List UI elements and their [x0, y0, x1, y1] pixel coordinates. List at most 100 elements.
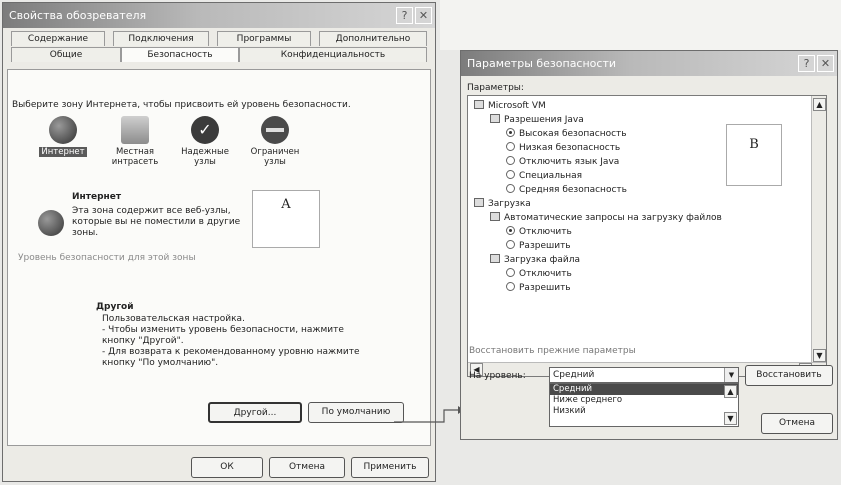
- tree-item: Microsoft VM: [474, 100, 546, 113]
- zone-internet[interactable]: Интернет: [30, 116, 96, 176]
- vertical-scrollbar[interactable]: ▲ ▼: [811, 96, 826, 364]
- tree-item[interactable]: Низкая безопасность: [506, 142, 620, 155]
- label-box-b: B: [726, 124, 782, 186]
- window-title: Свойства обозревателя: [9, 9, 147, 22]
- settings-folder-icon: [490, 212, 500, 221]
- level-label: На уровень:: [469, 371, 526, 381]
- tree-item-label: Загрузка: [488, 199, 531, 209]
- tab-advanced[interactable]: Дополнительно: [319, 31, 427, 46]
- tree-item-label: Загрузка файла: [504, 255, 580, 265]
- level-dropdown-list[interactable]: Средний Ниже среднего Низкий ▲ ▼: [549, 383, 739, 427]
- tab-connections[interactable]: Подключения: [113, 31, 209, 46]
- zone-prompt: Выберите зону Интернета, чтобы присвоить…: [12, 100, 351, 110]
- settings-folder-icon: [474, 100, 484, 109]
- radio-icon[interactable]: [506, 226, 515, 235]
- background-area: [440, 0, 841, 50]
- label-box-a: A: [252, 190, 320, 248]
- radio-icon[interactable]: [506, 282, 515, 291]
- internet-options-dialog: Свойства обозревателя ? ✕ Содержание Под…: [2, 2, 436, 482]
- zone-label-restricted: Ограничен узлы: [250, 147, 300, 167]
- radio-icon[interactable]: [506, 240, 515, 249]
- list-scroll-up[interactable]: ▲: [724, 385, 737, 398]
- globe-icon-large: [38, 210, 64, 236]
- tree-item: Загрузка: [474, 198, 531, 211]
- radio-icon[interactable]: [506, 170, 515, 179]
- security-panel: Выберите зону Интернета, чтобы присвоить…: [7, 69, 431, 446]
- custom-level-button[interactable]: Другой...: [208, 402, 302, 423]
- radio-icon[interactable]: [506, 184, 515, 193]
- zone-label-internet: Интернет: [39, 147, 87, 157]
- params-label: Параметры:: [467, 83, 524, 93]
- custom-line-3: кнопку "Другой".: [102, 336, 184, 346]
- tree-item-label: Низкая безопасность: [519, 143, 621, 153]
- tree-item-label: Разрешения Java: [504, 115, 584, 125]
- tree-item[interactable]: Разрешить: [506, 282, 571, 295]
- radio-icon[interactable]: [506, 156, 515, 165]
- zone-local-intranet[interactable]: Местная интрасеть: [102, 116, 168, 176]
- level-option-medium-low[interactable]: Ниже среднего: [550, 395, 738, 406]
- title-bar-right[interactable]: Параметры безопасности: [461, 51, 837, 76]
- tree-item[interactable]: Отключить язык Java: [506, 156, 619, 169]
- tree-item: Разрешения Java: [490, 114, 584, 127]
- tree-item-label: Высокая безопасность: [519, 129, 627, 139]
- tree-item-label: Разрешить: [519, 241, 571, 251]
- tree-item[interactable]: Средняя безопасность: [506, 184, 627, 197]
- tree-item-label: Microsoft VM: [488, 101, 546, 111]
- tree-item: Загрузка файла: [490, 254, 580, 267]
- restore-button[interactable]: Восстановить: [745, 365, 833, 386]
- radio-icon[interactable]: [506, 128, 515, 137]
- settings-tree[interactable]: Microsoft VM Разрешения Java Высокая безоп…: [467, 95, 827, 377]
- tab-content[interactable]: Содержание: [11, 31, 105, 46]
- tree-item[interactable]: Отключить: [506, 268, 572, 281]
- tree-item-label: Разрешить: [519, 283, 571, 293]
- level-option-medium[interactable]: Средний: [550, 384, 738, 395]
- cancel-button-right[interactable]: Отмена: [761, 413, 833, 434]
- tree-item[interactable]: Специальная: [506, 170, 582, 183]
- zone-desc-3: зоны.: [72, 228, 99, 238]
- zone-desc-1: Эта зона содержит все веб-узлы,: [72, 206, 231, 216]
- zone-restricted-sites[interactable]: Ограничен узлы: [242, 116, 308, 176]
- custom-line-4: - Для возврата к рекомендованному уровню…: [102, 347, 360, 357]
- custom-line-5: кнопку "По умолчанию".: [102, 358, 219, 368]
- level-option-low[interactable]: Низкий: [550, 406, 738, 417]
- settings-folder-icon: [474, 198, 484, 207]
- tree-item[interactable]: Разрешить: [506, 240, 571, 253]
- tab-security[interactable]: Безопасность: [121, 47, 239, 62]
- help-button[interactable]: ?: [396, 7, 413, 24]
- zone-title: Интернет: [72, 192, 122, 202]
- tree-item: Автоматические запросы на загрузку файло…: [490, 212, 722, 225]
- tree-item[interactable]: Высокая безопасность: [506, 128, 627, 141]
- tree-item-label: Специальная: [519, 171, 583, 181]
- cancel-button[interactable]: Отмена: [269, 457, 345, 478]
- list-scroll-down[interactable]: ▼: [724, 412, 737, 425]
- tree-item-label: Отключить: [519, 269, 572, 279]
- scroll-down-button[interactable]: ▼: [813, 349, 826, 362]
- zone-label-intranet: Местная интрасеть: [111, 147, 159, 167]
- apply-button[interactable]: Применить: [351, 457, 429, 478]
- custom-line-1: Пользовательская настройка.: [102, 314, 245, 324]
- zone-label-trusted: Надежные узлы: [181, 147, 229, 167]
- close-button[interactable]: ✕: [415, 7, 432, 24]
- custom-line-2: - Чтобы изменить уровень безопасности, н…: [102, 325, 344, 335]
- tab-general[interactable]: Общие: [11, 47, 121, 62]
- level-select[interactable]: Средний ▼: [549, 367, 739, 383]
- chevron-down-icon[interactable]: ▼: [724, 368, 738, 382]
- radio-icon[interactable]: [506, 142, 515, 151]
- tree-item-label: Отключить: [519, 227, 572, 237]
- tab-programs[interactable]: Программы: [217, 31, 311, 46]
- radio-icon[interactable]: [506, 268, 515, 277]
- help-button-right[interactable]: ?: [798, 55, 815, 72]
- tree-item[interactable]: Отключить: [506, 226, 572, 239]
- ok-button[interactable]: ОК: [191, 457, 263, 478]
- restore-label: Восстановить прежние параметры: [469, 346, 636, 356]
- settings-folder-icon: [490, 114, 500, 123]
- close-button-right[interactable]: ✕: [817, 55, 834, 72]
- security-settings-dialog: Параметры безопасности ? ✕ Параметры: Mi…: [460, 50, 838, 440]
- scroll-up-button[interactable]: ▲: [813, 98, 826, 111]
- window-title-right: Параметры безопасности: [467, 57, 617, 70]
- title-bar[interactable]: Свойства обозревателя: [3, 3, 435, 28]
- tab-privacy[interactable]: Конфиденциальность: [239, 47, 427, 62]
- tree-item-label: Средняя безопасность: [519, 185, 627, 195]
- zone-trusted-sites[interactable]: ✓ Надежные узлы: [172, 116, 238, 176]
- level-select-value: Средний: [553, 370, 595, 380]
